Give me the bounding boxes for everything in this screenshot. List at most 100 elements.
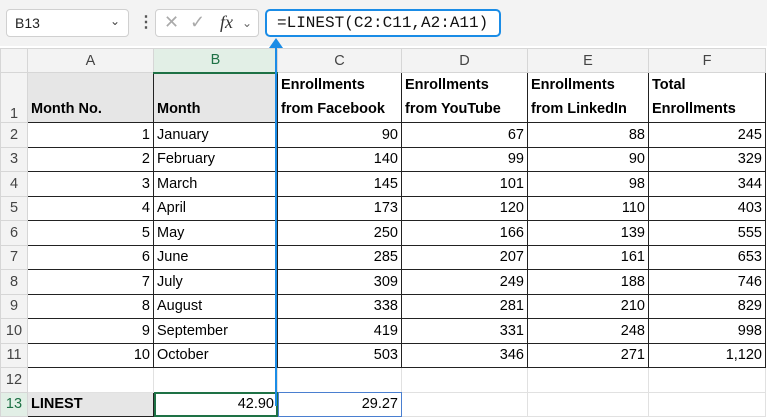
data-cell[interactable]: 4 <box>27 195 154 221</box>
data-cell[interactable]: 110 <box>527 195 649 221</box>
data-cell[interactable]: 120 <box>401 195 528 221</box>
data-cell[interactable]: 338 <box>277 293 402 319</box>
data-cell[interactable]: 90 <box>527 146 649 172</box>
data-cell[interactable]: 746 <box>648 269 766 295</box>
confirm-icon[interactable]: ✓ <box>190 12 205 33</box>
column-title-cell[interactable]: Month No. <box>27 72 154 123</box>
column-header-B[interactable]: B <box>153 48 278 74</box>
data-cell[interactable]: 419 <box>277 318 402 344</box>
data-cell[interactable]: 248 <box>527 318 649 344</box>
row-header[interactable]: 4 <box>0 171 28 197</box>
row-header[interactable]: 10 <box>0 318 28 344</box>
more-options-icon[interactable]: ⋮ <box>138 12 154 32</box>
data-cell[interactable]: June <box>153 244 278 270</box>
row-header[interactable]: 1 <box>0 72 28 123</box>
data-cell[interactable]: 8 <box>27 293 154 319</box>
data-cell[interactable]: 503 <box>277 342 402 368</box>
data-cell[interactable]: 346 <box>401 342 528 368</box>
data-cell[interactable]: 90 <box>277 122 402 148</box>
data-cell[interactable]: 139 <box>527 220 649 246</box>
data-cell[interactable]: 98 <box>527 171 649 197</box>
data-cell[interactable]: 245 <box>648 122 766 148</box>
data-cell[interactable]: 2 <box>27 146 154 172</box>
column-title-cell[interactable]: Enrollments from LinkedIn <box>527 72 649 123</box>
column-header-F[interactable]: F <box>648 48 766 73</box>
row-header[interactable]: 3 <box>0 146 28 172</box>
column-title-cell[interactable]: Enrollments from YouTube <box>401 72 528 123</box>
row-header[interactable]: 7 <box>0 244 28 270</box>
cancel-icon[interactable]: ✕ <box>164 12 179 33</box>
empty-cell[interactable] <box>401 391 528 417</box>
chevron-down-icon[interactable]: ⌄ <box>242 16 252 30</box>
row-header[interactable]: 12 <box>0 367 28 393</box>
column-header-C[interactable]: C <box>277 48 402 73</box>
row-header[interactable]: 11 <box>0 342 28 368</box>
data-cell[interactable]: 140 <box>277 146 402 172</box>
data-cell[interactable]: 281 <box>401 293 528 319</box>
data-cell[interactable]: January <box>153 122 278 148</box>
data-cell[interactable]: 249 <box>401 269 528 295</box>
data-cell[interactable]: 161 <box>527 244 649 270</box>
insert-function-icon[interactable]: fx <box>220 12 233 33</box>
data-cell[interactable]: 101 <box>401 171 528 197</box>
data-cell[interactable]: September <box>153 318 278 344</box>
data-cell[interactable]: April <box>153 195 278 221</box>
row-header[interactable]: 6 <box>0 220 28 246</box>
data-cell[interactable]: 555 <box>648 220 766 246</box>
data-cell[interactable]: 67 <box>401 122 528 148</box>
data-cell[interactable]: 145 <box>277 171 402 197</box>
empty-cell[interactable] <box>648 367 766 393</box>
data-cell[interactable]: 10 <box>27 342 154 368</box>
linest-label-cell[interactable]: LINEST <box>27 391 154 417</box>
data-cell[interactable]: 309 <box>277 269 402 295</box>
data-cell[interactable]: May <box>153 220 278 246</box>
data-cell[interactable]: August <box>153 293 278 319</box>
data-cell[interactable]: 5 <box>27 220 154 246</box>
data-cell[interactable]: 285 <box>277 244 402 270</box>
column-title-cell[interactable]: Total Enrollments <box>648 72 766 123</box>
empty-cell[interactable] <box>527 391 649 417</box>
row-header[interactable]: 9 <box>0 293 28 319</box>
empty-cell[interactable] <box>401 367 528 393</box>
data-cell[interactable]: July <box>153 269 278 295</box>
data-cell[interactable]: 998 <box>648 318 766 344</box>
empty-cell[interactable] <box>153 367 278 393</box>
select-all-corner[interactable] <box>0 48 28 73</box>
data-cell[interactable]: 653 <box>648 244 766 270</box>
data-cell[interactable]: 829 <box>648 293 766 319</box>
chevron-down-icon[interactable]: ⌄ <box>110 14 120 28</box>
column-header-A[interactable]: A <box>27 48 154 73</box>
data-cell[interactable]: 207 <box>401 244 528 270</box>
data-cell[interactable]: 210 <box>527 293 649 319</box>
data-cell[interactable]: 173 <box>277 195 402 221</box>
data-cell[interactable]: 6 <box>27 244 154 270</box>
column-header-E[interactable]: E <box>527 48 649 73</box>
data-cell[interactable]: 188 <box>527 269 649 295</box>
data-cell[interactable]: 250 <box>277 220 402 246</box>
data-cell[interactable]: 88 <box>527 122 649 148</box>
data-cell[interactable]: 3 <box>27 171 154 197</box>
data-cell[interactable]: 344 <box>648 171 766 197</box>
data-cell[interactable]: 403 <box>648 195 766 221</box>
row-header[interactable]: 5 <box>0 195 28 221</box>
row-header[interactable]: 2 <box>0 122 28 148</box>
data-cell[interactable]: October <box>153 342 278 368</box>
data-cell[interactable]: 166 <box>401 220 528 246</box>
data-cell[interactable]: 7 <box>27 269 154 295</box>
column-header-D[interactable]: D <box>401 48 528 73</box>
data-cell[interactable]: February <box>153 146 278 172</box>
empty-cell[interactable] <box>277 367 402 393</box>
column-title-cell[interactable]: Month <box>153 72 278 123</box>
formula-input[interactable]: =LINEST(C2:C11,A2:A11) <box>265 9 501 37</box>
data-cell[interactable]: 1,120 <box>648 342 766 368</box>
data-cell[interactable]: 271 <box>527 342 649 368</box>
data-cell[interactable]: 1 <box>27 122 154 148</box>
data-cell[interactable]: 331 <box>401 318 528 344</box>
data-cell[interactable]: 9 <box>27 318 154 344</box>
empty-cell[interactable] <box>648 391 766 417</box>
row-header[interactable]: 8 <box>0 269 28 295</box>
row-header[interactable]: 13 <box>0 391 28 417</box>
column-title-cell[interactable]: Enrollments from Facebook <box>277 72 402 123</box>
linest-slope-cell[interactable]: 42.90 <box>153 391 278 417</box>
data-cell[interactable]: 329 <box>648 146 766 172</box>
